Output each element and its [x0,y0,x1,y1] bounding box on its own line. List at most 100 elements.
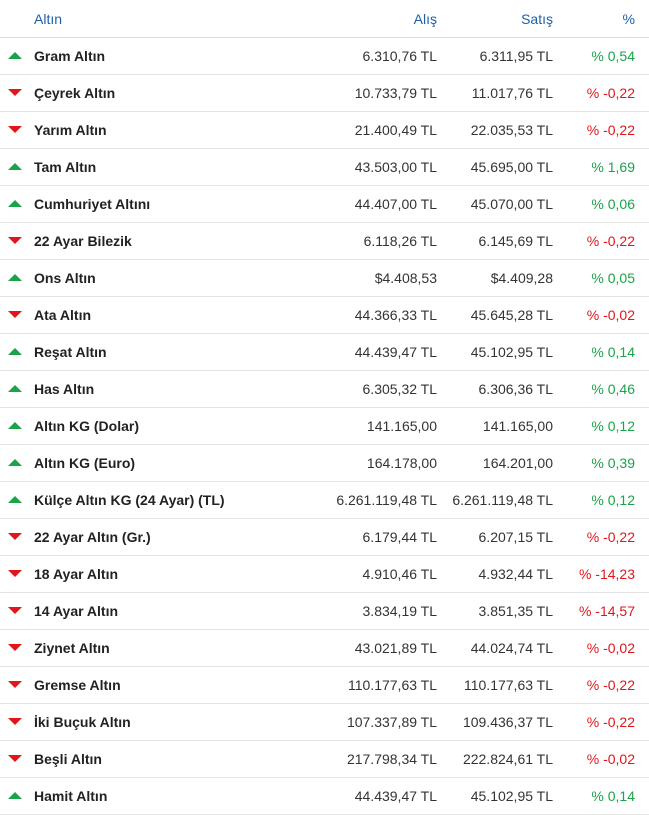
change-percent: % 0,14 [591,344,635,360]
gold-name[interactable]: Hamit Altın [34,788,107,804]
change-percent: % 0,14 [591,788,635,804]
table-row[interactable]: Has Altın 6.305,32 TL 6.306,36 TL % 0,46 [0,371,649,408]
gold-name[interactable]: Cumhuriyet Altını [34,196,150,212]
table-row[interactable]: 22 Ayar Altın (Gr.) 6.179,44 TL 6.207,15… [0,519,649,556]
ask-price: 6.311,95 TL [479,48,553,64]
gold-name[interactable]: Beşli Altın [34,751,102,767]
arrow-down-icon [8,644,22,651]
gold-name[interactable]: 18 Ayar Altın [34,566,118,582]
bid-price: 10.733,79 TL [354,85,437,101]
column-header-bid[interactable]: Alış [414,11,437,27]
column-header-percent[interactable]: % [623,11,635,27]
ask-price: 6.306,36 TL [478,381,553,397]
bid-price: 44.407,00 TL [354,196,437,212]
arrow-down-icon [8,533,22,540]
table-row[interactable]: Beşli Altın 217.798,34 TL 222.824,61 TL … [0,741,649,778]
gold-name[interactable]: Altın KG (Euro) [34,455,135,471]
gold-name[interactable]: Ata Altın [34,307,91,323]
arrow-up-icon [8,496,22,503]
gold-name[interactable]: Reşat Altın [34,344,107,360]
ask-price: 110.177,63 TL [463,677,553,693]
gold-name[interactable]: 22 Ayar Altın (Gr.) [34,529,151,545]
gold-name[interactable]: Ziynet Altın [34,640,110,656]
column-header-ask[interactable]: Satış [521,11,553,27]
change-percent: % 1,69 [591,159,635,175]
ask-price: 164.201,00 [482,455,553,471]
arrow-down-icon [8,570,22,577]
gold-name[interactable]: Gram Altın [34,48,105,64]
ask-price: 222.824,61 TL [462,751,553,767]
arrow-up-icon [8,200,22,207]
ask-price: 45.070,00 TL [470,196,553,212]
change-percent: % 0,54 [591,48,635,64]
table-row[interactable]: Altın KG (Dolar) 141.165,00 141.165,00 %… [0,408,649,445]
change-percent: % -0,22 [586,529,635,545]
change-percent: % -0,02 [586,751,635,767]
gold-name[interactable]: 22 Ayar Bilezik [34,233,132,249]
table-row[interactable]: Cumhuriyet Altını 44.407,00 TL 45.070,00… [0,186,649,223]
bid-price: 21.400,49 TL [354,122,437,138]
arrow-up-icon [8,459,22,466]
table-header: Altın Alış Satış % [0,0,649,38]
bid-price: 6.305,32 TL [362,381,437,397]
table-row[interactable]: Çeyrek Altın 10.733,79 TL 11.017,76 TL %… [0,75,649,112]
table-row[interactable]: Ziynet Altın 43.021,89 TL 44.024,74 TL %… [0,630,649,667]
ask-price: 6.207,15 TL [478,529,553,545]
gold-name[interactable]: İki Buçuk Altın [34,714,131,730]
gold-name[interactable]: Altın KG (Dolar) [34,418,139,434]
table-row[interactable]: Ons Altın $4.408,53 $4.409,28 % 0,05 [0,260,649,297]
ask-price: 45.645,28 TL [470,307,553,323]
bid-price: 4.910,46 TL [362,566,437,582]
ask-price: $4.409,28 [490,270,553,286]
table-row[interactable]: Yarım Altın 21.400,49 TL 22.035,53 TL % … [0,112,649,149]
table-row[interactable]: 22 Ayar Bilezik 6.118,26 TL 6.145,69 TL … [0,223,649,260]
table-row[interactable]: 18 Ayar Altın 4.910,46 TL 4.932,44 TL % … [0,556,649,593]
table-row[interactable]: Gremse Altın 110.177,63 TL 110.177,63 TL… [0,667,649,704]
bid-price: 44.366,33 TL [354,307,437,323]
gold-name[interactable]: Külçe Altın KG (24 Ayar) (TL) [34,492,225,508]
bid-price: 217.798,34 TL [346,751,437,767]
table-row[interactable]: 14 Ayar Altın 3.834,19 TL 3.851,35 TL % … [0,593,649,630]
table-row[interactable]: Altın KG (Euro) 164.178,00 164.201,00 % … [0,445,649,482]
arrow-up-icon [8,792,22,799]
bid-price: 44.439,47 TL [354,788,437,804]
gold-name[interactable]: Tam Altın [34,159,96,175]
arrow-up-icon [8,385,22,392]
ask-price: 22.035,53 TL [470,122,553,138]
bid-price: $4.408,53 [374,270,437,286]
table-row[interactable]: Gram Altın 6.310,76 TL 6.311,95 TL % 0,5… [0,38,649,75]
gold-name[interactable]: 14 Ayar Altın [34,603,118,619]
bid-price: 6.261.119,48 TL [336,492,437,508]
change-percent: % 0,05 [591,270,635,286]
ask-price: 44.024,74 TL [470,640,553,656]
ask-price: 4.932,44 TL [478,566,553,582]
bid-price: 43.021,89 TL [354,640,437,656]
gold-name[interactable]: Has Altın [34,381,94,397]
table-row[interactable]: Reşat Altın 44.439,47 TL 45.102,95 TL % … [0,334,649,371]
ask-price: 45.102,95 TL [470,344,553,360]
ask-price: 6.261.119,48 TL [452,492,553,508]
gold-name[interactable]: Yarım Altın [34,122,107,138]
bid-price: 6.118,26 TL [363,233,437,249]
arrow-up-icon [8,348,22,355]
arrow-down-icon [8,607,22,614]
arrow-up-icon [8,163,22,170]
gold-price-table: Altın Alış Satış % Gram Altın 6.310,76 T… [0,0,649,815]
arrow-down-icon [8,681,22,688]
change-percent: % -0,22 [586,85,635,101]
change-percent: % 0,46 [591,381,635,397]
gold-name[interactable]: Çeyrek Altın [34,85,115,101]
arrow-down-icon [8,89,22,96]
ask-price: 45.102,95 TL [470,788,553,804]
table-row[interactable]: Hamit Altın 44.439,47 TL 45.102,95 TL % … [0,778,649,815]
change-percent: % 0,12 [591,418,635,434]
table-row[interactable]: Ata Altın 44.366,33 TL 45.645,28 TL % -0… [0,297,649,334]
table-row[interactable]: Külçe Altın KG (24 Ayar) (TL) 6.261.119,… [0,482,649,519]
column-header-name[interactable]: Altın [34,11,62,27]
gold-name[interactable]: Ons Altın [34,270,96,286]
table-row[interactable]: Tam Altın 43.503,00 TL 45.695,00 TL % 1,… [0,149,649,186]
ask-price: 11.017,76 TL [471,85,553,101]
bid-price: 141.165,00 [366,418,437,434]
table-row[interactable]: İki Buçuk Altın 107.337,89 TL 109.436,37… [0,704,649,741]
gold-name[interactable]: Gremse Altın [34,677,121,693]
